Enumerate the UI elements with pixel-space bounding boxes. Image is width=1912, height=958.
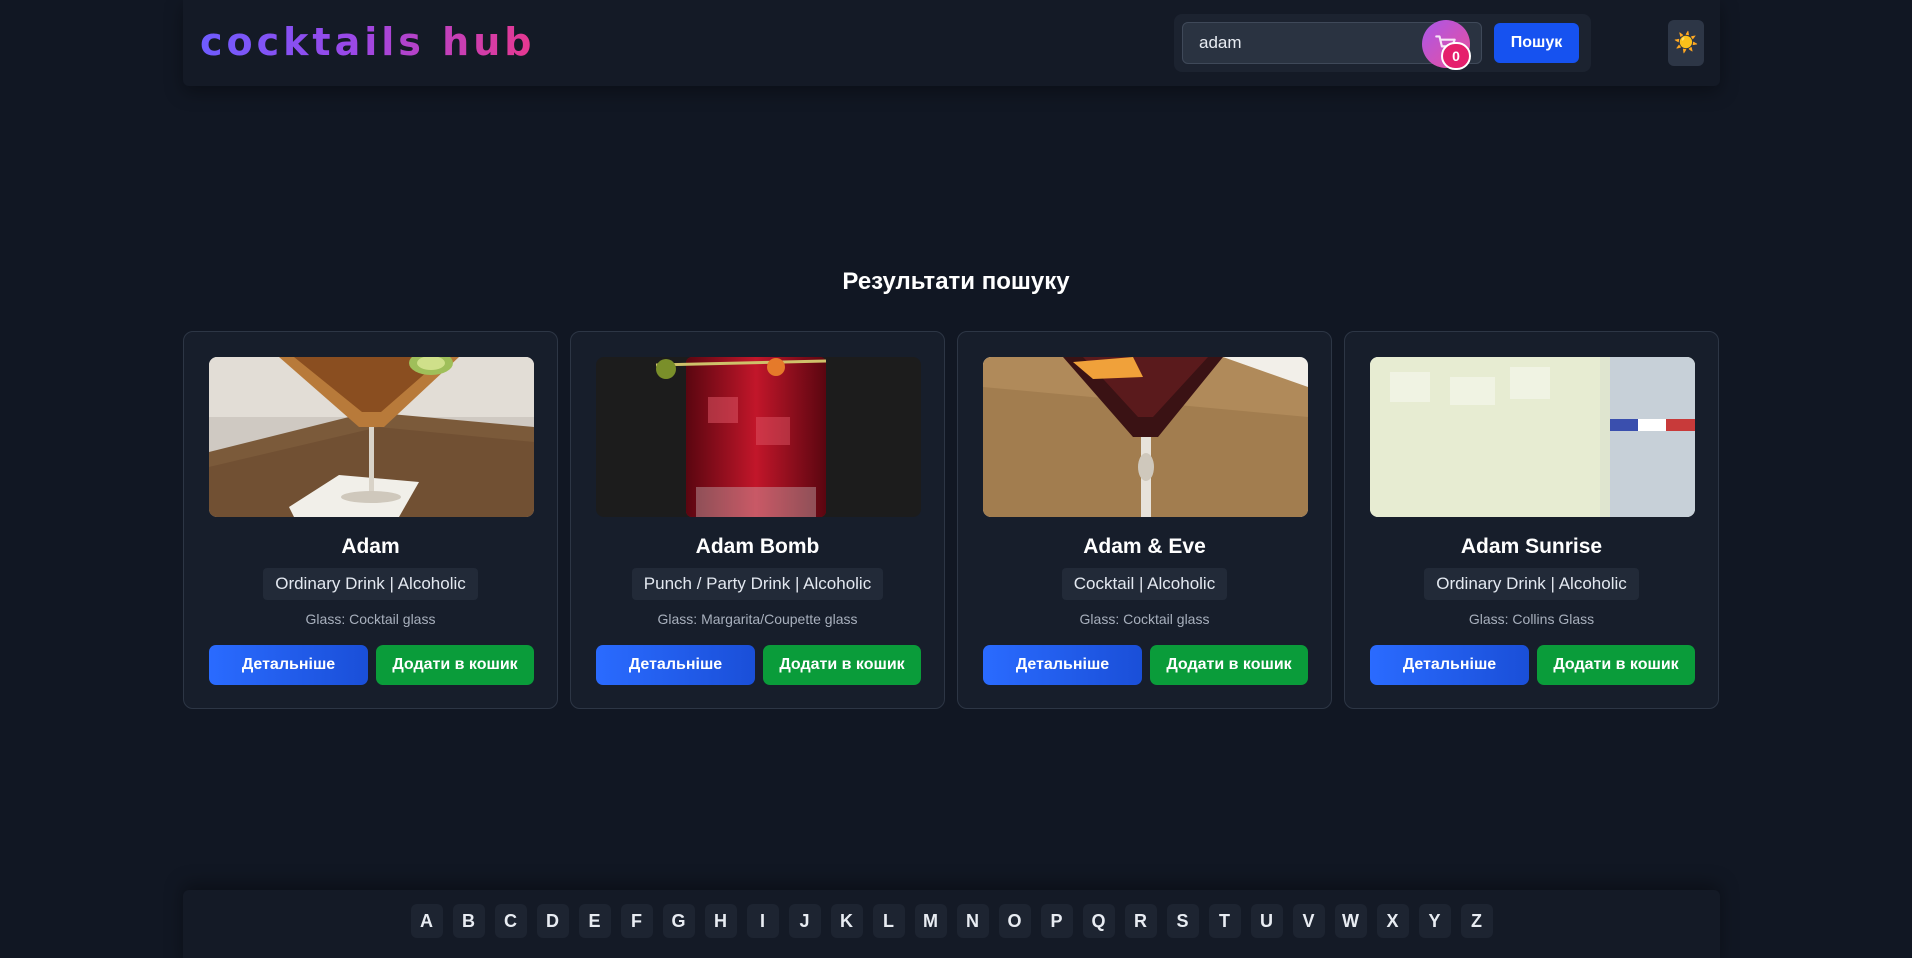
alphabet-bar: A B C D E F G H I J K L M N O P Q R S T … [183, 890, 1720, 958]
letter-u[interactable]: U [1250, 904, 1283, 938]
letter-v[interactable]: V [1292, 904, 1325, 938]
search-button[interactable]: Пошук [1494, 23, 1579, 63]
letter-r[interactable]: R [1124, 904, 1157, 938]
cocktail-category: Ordinary Drink | Alcoholic [1424, 568, 1639, 600]
page: cocktails hub Пошук 0 ☀️ Результати пошу… [0, 0, 1912, 958]
cocktail-image[interactable] [1370, 357, 1695, 517]
alphabet-letters: A B C D E F G H I J K L M N O P Q R S T … [183, 904, 1720, 938]
letter-c[interactable]: C [494, 904, 527, 938]
cocktail-glass: Glass: Collins Glass [1468, 611, 1595, 627]
letter-x[interactable]: X [1376, 904, 1409, 938]
letter-b[interactable]: B [452, 904, 485, 938]
cocktail-name: Adam Sunrise [1460, 535, 1603, 558]
results-grid: Adam Ordinary Drink | Alcoholic Glass: C… [183, 331, 1720, 709]
add-to-cart-button[interactable]: Додати в кошик [763, 645, 921, 685]
details-button[interactable]: Детальніше [1370, 645, 1529, 685]
theme-toggle-sun-icon[interactable]: ☀️ [1668, 20, 1704, 66]
cocktail-image[interactable] [983, 357, 1308, 517]
add-to-cart-button[interactable]: Додати в кошик [1537, 645, 1695, 685]
results-title: Результати пошуку [842, 268, 1070, 295]
header: cocktails hub Пошук 0 ☀️ [183, 0, 1720, 86]
cocktail-name: Adam Bomb [695, 535, 820, 558]
letter-f[interactable]: F [620, 904, 653, 938]
cocktail-card: Adam Bomb Punch / Party Drink | Alcoholi… [570, 331, 945, 709]
letter-q[interactable]: Q [1082, 904, 1115, 938]
cocktail-name: Adam [341, 535, 400, 558]
letter-h[interactable]: H [704, 904, 737, 938]
letter-k[interactable]: K [830, 904, 863, 938]
cocktail-category: Punch / Party Drink | Alcoholic [631, 568, 884, 600]
cocktail-photo-adam-and-eve [983, 357, 1308, 517]
letter-w[interactable]: W [1334, 904, 1367, 938]
cocktail-photo-adam [209, 357, 534, 517]
letter-l[interactable]: L [872, 904, 905, 938]
letter-o[interactable]: O [998, 904, 1031, 938]
letter-a[interactable]: A [410, 904, 443, 938]
cart-count-badge: 0 [1441, 42, 1471, 70]
letter-t[interactable]: T [1208, 904, 1241, 938]
add-to-cart-button[interactable]: Додати в кошик [376, 645, 534, 685]
logo[interactable]: cocktails hub [200, 20, 535, 64]
letter-n[interactable]: N [956, 904, 989, 938]
letter-d[interactable]: D [536, 904, 569, 938]
details-button[interactable]: Детальніше [596, 645, 755, 685]
letter-p[interactable]: P [1040, 904, 1073, 938]
cocktail-card: Adam Ordinary Drink | Alcoholic Glass: C… [183, 331, 558, 709]
cocktail-glass: Glass: Cocktail glass [1079, 611, 1210, 627]
add-to-cart-button[interactable]: Додати в кошик [1150, 645, 1308, 685]
cocktail-photo-adam-sunrise [1370, 357, 1695, 517]
cocktail-category: Cocktail | Alcoholic [1061, 568, 1228, 600]
cocktail-image[interactable] [209, 357, 534, 517]
cocktail-name: Adam & Eve [1083, 535, 1206, 558]
letter-s[interactable]: S [1166, 904, 1199, 938]
cocktail-card: Adam & Eve Cocktail | Alcoholic Glass: C… [957, 331, 1332, 709]
cocktail-image[interactable] [596, 357, 921, 517]
letter-e[interactable]: E [578, 904, 611, 938]
search-bar: Пошук [1174, 14, 1591, 72]
details-button[interactable]: Детальніше [209, 645, 368, 685]
letter-g[interactable]: G [662, 904, 695, 938]
cocktail-glass: Glass: Cocktail glass [305, 611, 436, 627]
letter-i[interactable]: I [746, 904, 779, 938]
letter-m[interactable]: M [914, 904, 947, 938]
cocktail-photo-adam-bomb [596, 357, 921, 517]
letter-y[interactable]: Y [1418, 904, 1451, 938]
letter-j[interactable]: J [788, 904, 821, 938]
cocktail-category: Ordinary Drink | Alcoholic [263, 568, 478, 600]
cocktail-glass: Glass: Margarita/Coupette glass [657, 611, 858, 627]
details-button[interactable]: Детальніше [983, 645, 1142, 685]
cocktail-card: Adam Sunrise Ordinary Drink | Alcoholic … [1344, 331, 1719, 709]
letter-z[interactable]: Z [1460, 904, 1493, 938]
